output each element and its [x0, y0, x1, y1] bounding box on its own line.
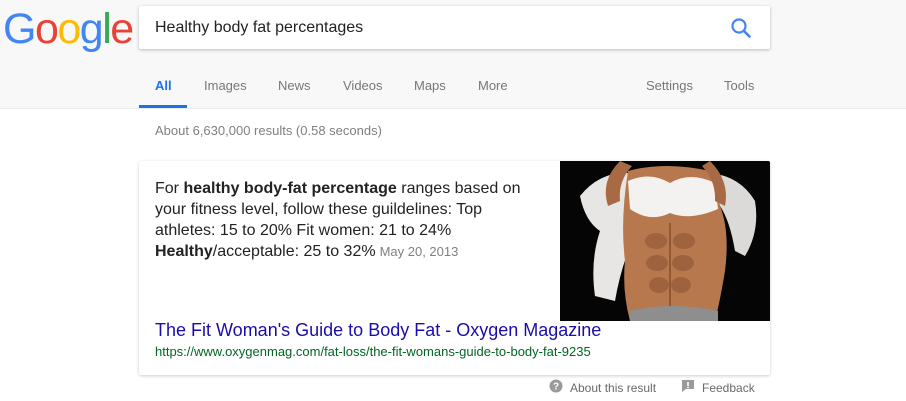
tab-more[interactable]: More	[478, 78, 508, 93]
logo-letter: o	[34, 5, 59, 53]
help-circle-icon: ?	[549, 379, 563, 396]
search-icon[interactable]	[730, 17, 752, 39]
logo-letter: e	[110, 5, 134, 53]
snippet-bold: Healthy	[155, 243, 213, 260]
active-tab-indicator	[139, 105, 187, 108]
results-count: About 6,630,000 results (0.58 seconds)	[155, 123, 382, 138]
google-logo[interactable]: Google	[3, 5, 134, 53]
logo-letter: l	[102, 5, 112, 53]
search-input[interactable]: Healthy body fat percentages	[155, 19, 363, 37]
feedback-label: Feedback	[702, 380, 755, 395]
logo-letter: G	[3, 5, 36, 53]
snippet-date: May 20, 2013	[379, 244, 459, 259]
feedback-link[interactable]: Feedback	[681, 379, 755, 396]
tab-news[interactable]: News	[278, 78, 311, 93]
woman-abs-photo[interactable]	[560, 161, 770, 321]
tab-tools[interactable]: Tools	[724, 78, 754, 93]
snippet-text: For healthy body-fat percentage ranges b…	[155, 178, 535, 262]
snippet-part: For	[155, 180, 184, 197]
tab-settings[interactable]: Settings	[646, 78, 693, 93]
logo-letter: o	[57, 5, 81, 53]
tab-videos[interactable]: Videos	[343, 78, 383, 93]
tab-maps[interactable]: Maps	[414, 78, 446, 93]
snippet-bold: healthy body-fat percentage	[183, 180, 397, 197]
featured-snippet-card: For healthy body-fat percentage ranges b…	[139, 161, 770, 375]
search-tabs: All Images News Videos Maps More Setting…	[0, 70, 906, 108]
result-title-link[interactable]: The Fit Woman's Guide to Body Fat - Oxyg…	[155, 320, 601, 341]
header-bar: Google Healthy body fat percentages All …	[0, 0, 906, 109]
about-this-result-link[interactable]: ? About this result	[549, 379, 656, 396]
feedback-icon	[681, 379, 695, 396]
tab-images[interactable]: Images	[204, 78, 247, 93]
search-box[interactable]: Healthy body fat percentages	[139, 6, 770, 49]
svg-text:?: ?	[553, 382, 559, 393]
result-url[interactable]: https://www.oxygenmag.com/fat-loss/the-f…	[155, 344, 591, 359]
snippet-part: /acceptable: 25 to 32%	[212, 243, 376, 260]
tab-all[interactable]: All	[155, 78, 172, 93]
logo-letter: g	[79, 5, 104, 53]
about-label: About this result	[570, 380, 657, 395]
result-footer: ? About this result Feedback	[0, 379, 906, 399]
